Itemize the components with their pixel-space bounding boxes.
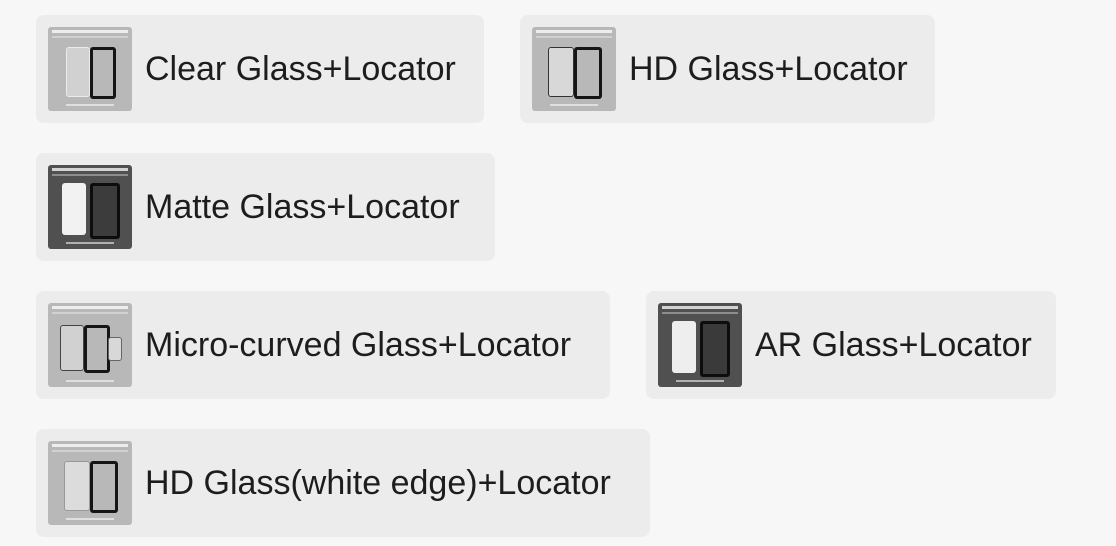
option-label: HD Glass+Locator: [629, 50, 908, 88]
product-thumbnail-icon: [48, 303, 132, 387]
option-hd-glass-locator[interactable]: HD Glass+Locator: [520, 15, 935, 123]
product-thumbnail-icon: [48, 27, 132, 111]
option-label: HD Glass(white edge)+Locator: [145, 464, 611, 502]
option-label: Clear Glass+Locator: [145, 50, 456, 88]
option-micro-curved-glass-locator[interactable]: Micro-curved Glass+Locator: [36, 291, 610, 399]
option-ar-glass-locator[interactable]: AR Glass+Locator: [646, 291, 1056, 399]
product-thumbnail-icon: [48, 441, 132, 525]
option-hd-glass-white-edge-locator[interactable]: HD Glass(white edge)+Locator: [36, 429, 650, 537]
option-label: Matte Glass+Locator: [145, 188, 460, 226]
option-label: Micro-curved Glass+Locator: [145, 326, 572, 364]
product-thumbnail-icon: [532, 27, 616, 111]
option-clear-glass-locator[interactable]: Clear Glass+Locator: [36, 15, 484, 123]
product-thumbnail-icon: [658, 303, 742, 387]
option-label: AR Glass+Locator: [755, 326, 1032, 364]
product-thumbnail-icon: [48, 165, 132, 249]
option-matte-glass-locator[interactable]: Matte Glass+Locator: [36, 153, 495, 261]
